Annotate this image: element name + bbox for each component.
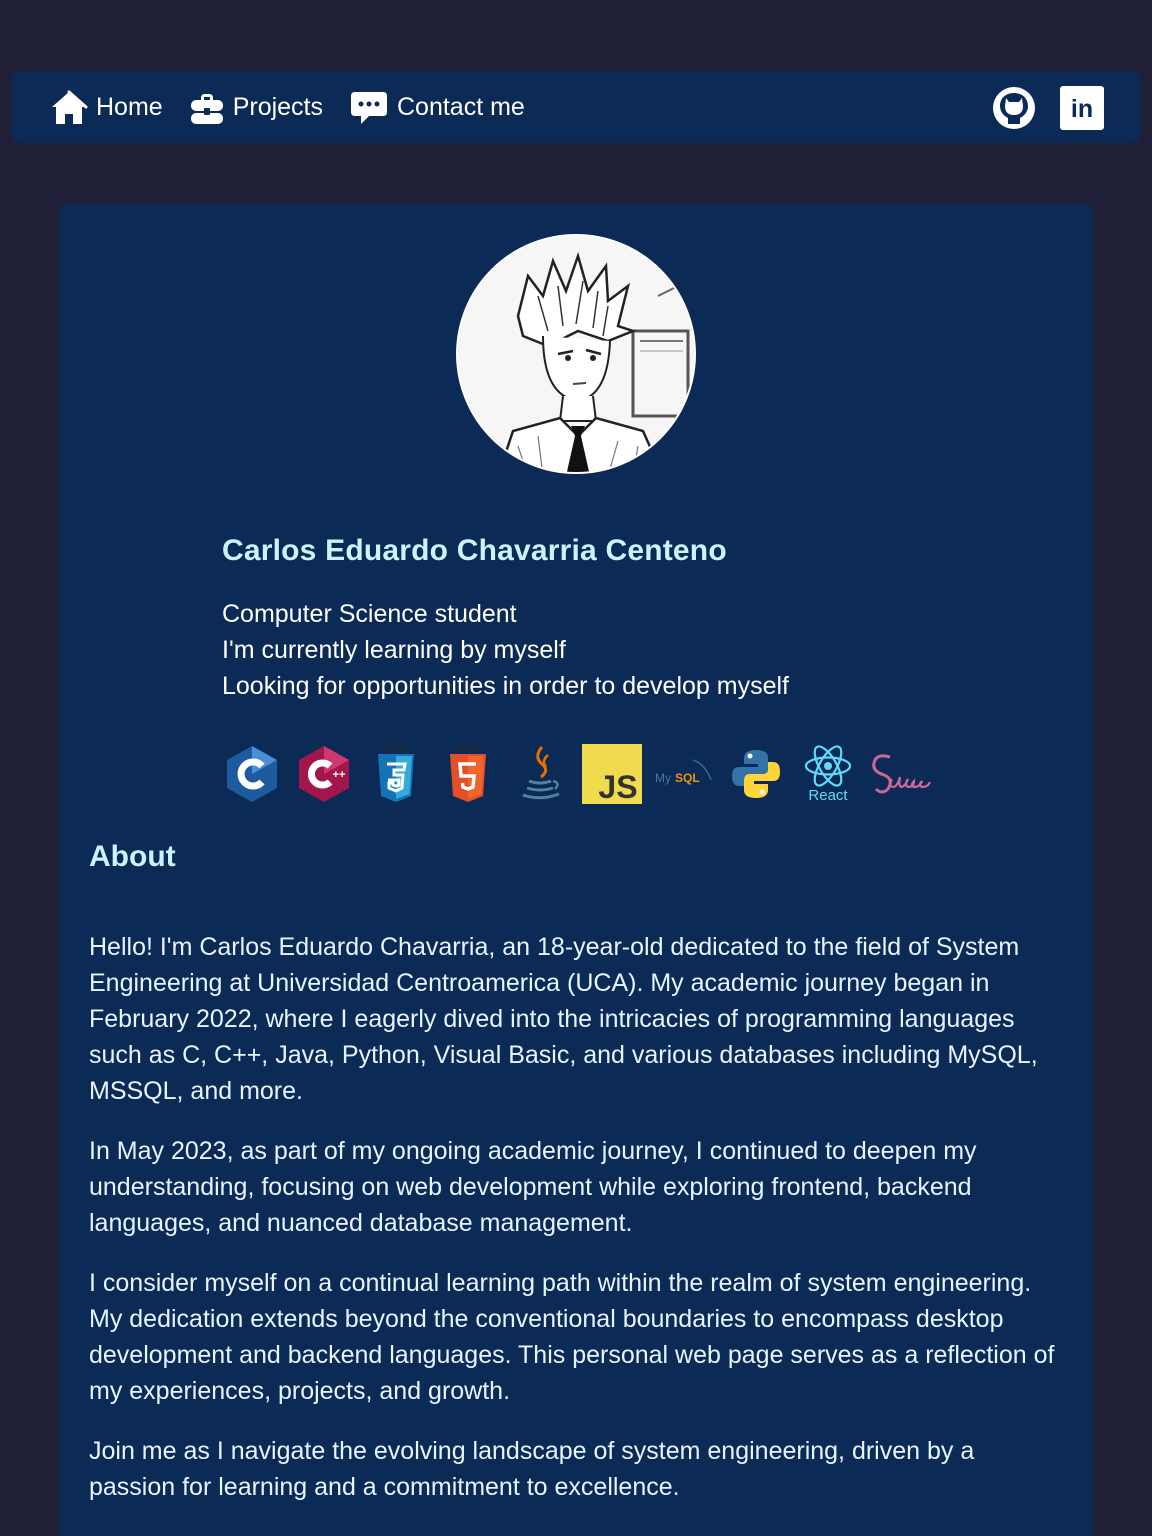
about-paragraph: In May 2023, as part of my ongoing acade… [89,1137,977,1237]
navbar: Home Projects Contact me in [12,72,1140,143]
briefcase-icon [190,93,223,124]
java-logo-icon [510,742,570,806]
linkedin-link[interactable]: in [1060,85,1104,130]
nav-contact-link[interactable]: Contact me [349,89,525,127]
avatar-illustration [458,236,694,472]
nav-home-label: Home [96,93,163,121]
react-label: React [808,787,848,804]
github-icon [993,86,1035,129]
svg-text:++: ++ [333,769,346,781]
about-body: Hello! I'm Carlos Eduardo Chavarria, an … [89,929,1064,1529]
avatar [456,234,696,474]
tagline-line: Computer Science student [222,600,517,628]
about-heading: About [89,840,176,873]
tagline: Computer Science student I'm currently l… [222,596,982,704]
about-paragraph: Hello! I'm Carlos Eduardo Chavarria, an … [89,933,1038,1105]
social-links: in [992,85,1104,130]
react-logo-icon: React [798,742,858,806]
c-logo-icon [222,742,282,806]
mysql-logo-icon: My SQL [654,742,714,806]
svg-text:My: My [655,771,671,785]
tagline-line: I'm currently learning by myself [222,636,566,664]
svg-text:JS: JS [598,769,637,804]
svg-text:SQL: SQL [675,771,700,785]
nav-projects-link[interactable]: Projects [189,90,323,126]
svg-text:in: in [1071,95,1093,123]
about-paragraph: Join me as I navigate the evolving lands… [89,1437,975,1501]
sass-logo-icon [870,742,932,806]
home-icon [52,90,88,124]
javascript-logo-icon: JS [582,742,642,806]
nav-contact-label: Contact me [397,93,525,121]
tagline-line: Looking for opportunities in order to de… [222,672,789,700]
linkedin-icon: in [1060,85,1104,130]
nav-links: Home Projects Contact me [50,89,525,127]
nav-home-link[interactable]: Home [50,89,163,127]
profile-card: Carlos Eduardo Chavarria Centeno Compute… [59,204,1093,1536]
html5-logo-icon: HTML [438,742,498,806]
python-logo-icon [726,742,786,806]
profile-name: Carlos Eduardo Chavarria Centeno [222,534,727,567]
github-link[interactable] [992,86,1036,130]
css3-logo-icon: CSS [366,742,426,806]
chat-bubble-icon [351,91,387,124]
about-paragraph: I consider myself on a continual learnin… [89,1269,1055,1405]
intro-section: Carlos Eduardo Chavarria Centeno Compute… [222,534,982,704]
nav-projects-label: Projects [232,93,323,121]
tech-stack: ++ CSS HTML JS My SQL React [222,742,932,806]
cpp-logo-icon: ++ [294,742,354,806]
svg-text:HTML: HTML [456,743,481,753]
svg-text:CSS: CSS [387,743,406,753]
